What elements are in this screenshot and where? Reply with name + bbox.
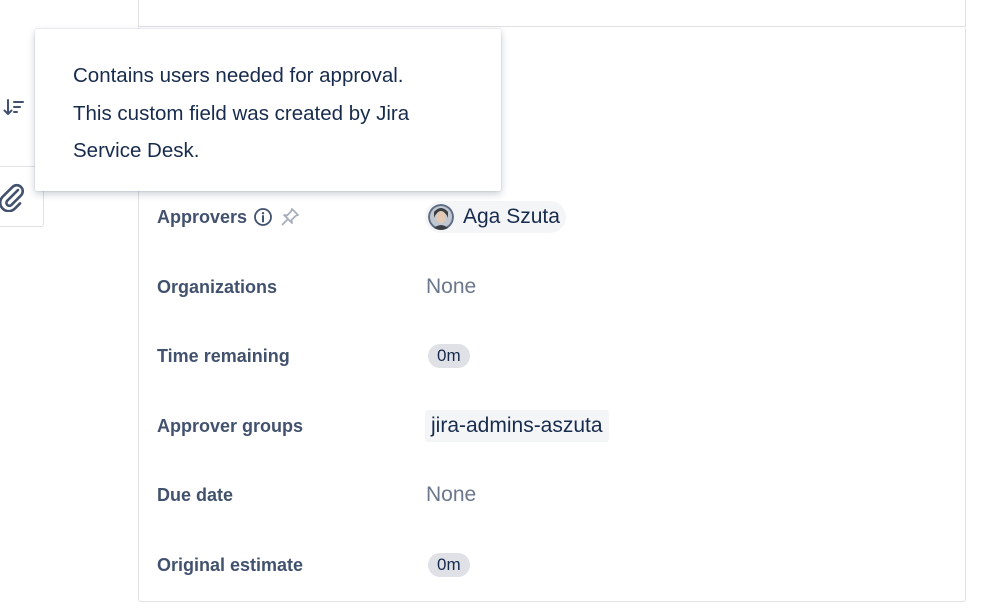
field-value-organizations[interactable]: None — [425, 272, 476, 302]
field-value-text: None — [426, 275, 477, 298]
field-label-approver-groups: Approver groups — [157, 416, 304, 436]
field-value-original-estimate[interactable]: 0m — [425, 550, 470, 580]
field-label-approvers: Approvers — [157, 202, 301, 232]
time-lozenge: 0m — [428, 344, 470, 368]
panel-top-section — [138, 0, 966, 27]
tooltip-line: This custom field was created by Jira — [73, 101, 410, 125]
field-label-due-date: Due date — [157, 485, 234, 505]
field-row-approver-groups: Approver groups jira-admins-aszuta — [157, 410, 999, 442]
field-value-text: None — [426, 483, 477, 506]
user-chip[interactable]: Aga Szuta — [425, 201, 566, 233]
user-avatar — [428, 204, 454, 230]
tooltip-line: Service Desk. — [73, 139, 200, 162]
time-lozenge: 0m — [428, 553, 470, 577]
field-value-time-remaining[interactable]: 0m — [425, 341, 470, 371]
field-label-organizations: Organizations — [157, 277, 278, 297]
info-icon[interactable] — [253, 207, 273, 227]
group-chip: jira-admins-aszuta — [425, 410, 609, 442]
field-label-original-estimate: Original estimate — [157, 555, 304, 575]
user-name: Aga Szuta — [463, 205, 560, 228]
field-row-organizations: Organizations None — [157, 272, 999, 302]
pin-icon[interactable] — [279, 206, 301, 228]
field-row-due-date: Due date None — [157, 480, 999, 510]
tooltip-line: Contains users needed for approval. — [73, 64, 404, 87]
field-row-approvers: Approvers Aga Szuta — [157, 201, 999, 233]
field-value-approver-groups[interactable]: jira-admins-aszuta — [425, 410, 609, 442]
field-label-text: Approvers — [157, 207, 248, 227]
field-value-due-date[interactable]: None — [425, 480, 476, 510]
field-row-time-remaining: Time remaining 0m — [157, 341, 999, 371]
field-description-tooltip: Contains users needed for approval. This… — [35, 29, 501, 191]
sort-icon[interactable] — [2, 96, 26, 120]
field-label-time-remaining: Time remaining — [157, 346, 290, 366]
field-value-approvers: Aga Szuta — [425, 201, 566, 233]
field-row-original-estimate: Original estimate 0m — [157, 550, 999, 580]
paperclip-icon — [0, 182, 24, 213]
